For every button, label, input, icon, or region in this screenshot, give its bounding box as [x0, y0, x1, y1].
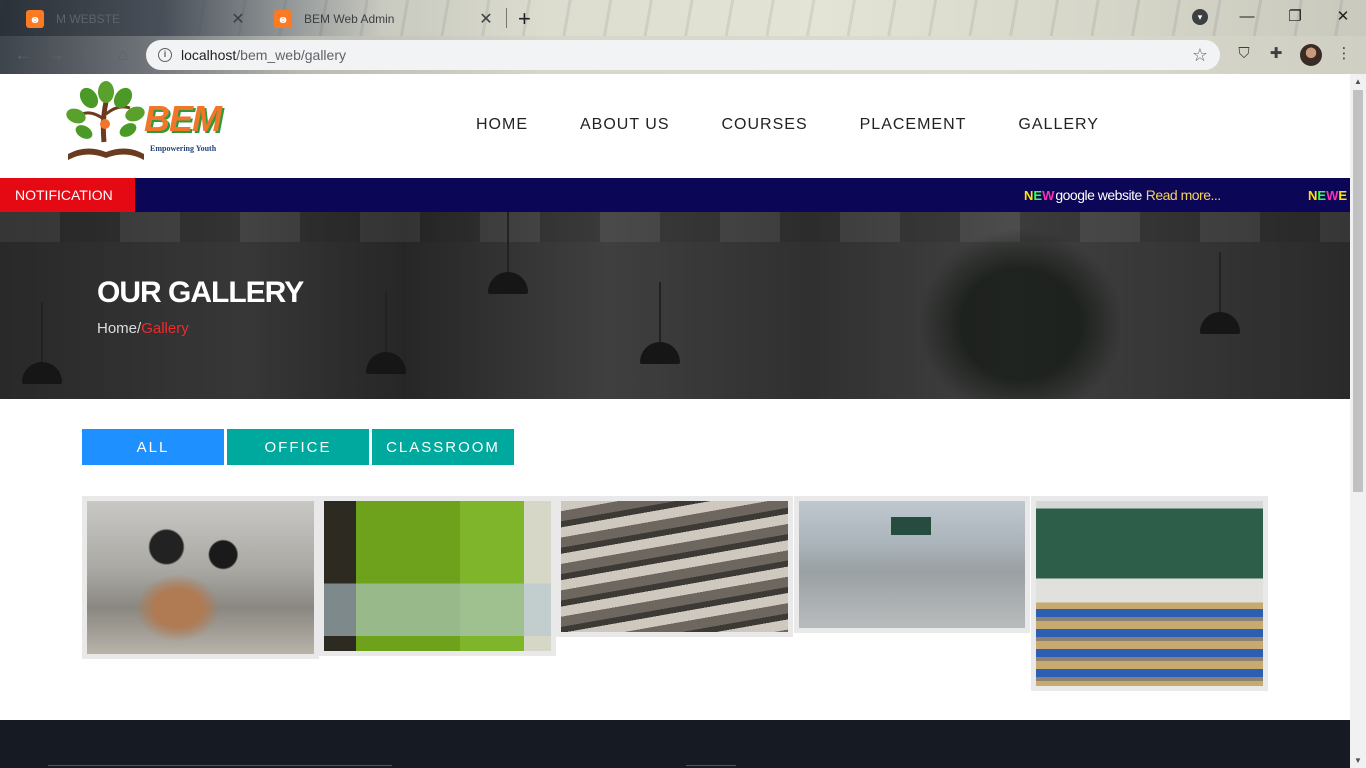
- office-photo-2: [324, 501, 551, 651]
- gallery-item[interactable]: [82, 496, 319, 659]
- ticker-text: google website: [1055, 187, 1142, 203]
- browser-tab-1[interactable]: ꙩ M WEBSTE ✕: [8, 2, 258, 36]
- new-tab-button[interactable]: +: [518, 6, 531, 32]
- scroll-up-icon[interactable]: ▲: [1354, 77, 1362, 86]
- nav-placement[interactable]: PLACEMENT: [860, 116, 967, 134]
- browser-tab-bar: ꙩ M WEBSTE ✕ ꙩ BEM Web Admin ✕ + ▾ — ❐ ✕: [0, 0, 1366, 36]
- tab-separator: [506, 8, 507, 28]
- filter-office-button[interactable]: OFFICE: [227, 429, 369, 465]
- scroll-down-icon[interactable]: ▼: [1354, 756, 1362, 765]
- breadcrumb-home[interactable]: Home/: [97, 320, 141, 337]
- notification-label: NOTIFICATION: [0, 178, 135, 212]
- footer-divider: [686, 765, 736, 766]
- window-close-button[interactable]: ✕: [1320, 0, 1366, 32]
- bookmark-star-icon[interactable]: ☆: [1192, 45, 1208, 66]
- tab-title: M WEBSTE: [56, 12, 121, 26]
- logo-text: BEM: [144, 98, 222, 139]
- nav-about-us[interactable]: ABOUT US: [580, 116, 670, 134]
- nav-home[interactable]: HOME: [476, 116, 528, 134]
- tab-search-icon[interactable]: ▾: [1192, 9, 1208, 25]
- classroom-photo-1: [561, 501, 788, 632]
- filter-classroom-button[interactable]: CLASSROOM: [372, 429, 514, 465]
- lamp-decoration: [640, 282, 680, 364]
- logo-tagline: Empowering Youth: [150, 144, 217, 153]
- info-icon[interactable]: i: [158, 48, 172, 62]
- tab-title: BEM Web Admin: [304, 12, 395, 26]
- site-logo[interactable]: BEM Empowering Youth: [64, 80, 226, 168]
- shield-extension-icon[interactable]: ⛉: [1234, 44, 1254, 64]
- browser-tab-2[interactable]: ꙩ BEM Web Admin ✕: [256, 2, 506, 36]
- new-badge: NEW: [1024, 187, 1055, 203]
- page-scrollbar[interactable]: ▲ ▼: [1350, 74, 1366, 768]
- address-bar[interactable]: i localhost/bem_web/gallery ☆: [146, 40, 1220, 70]
- forward-icon[interactable]: →: [45, 44, 67, 66]
- classroom-photo-2: [799, 501, 1025, 628]
- back-icon[interactable]: ←: [12, 44, 34, 66]
- classroom-photo-3: [1036, 501, 1263, 686]
- filter-all-button[interactable]: ALL: [82, 429, 224, 465]
- tab-close-icon[interactable]: ✕: [476, 9, 496, 29]
- nav-gallery[interactable]: GALLERY: [1018, 116, 1099, 134]
- site-header: BEM Empowering Youth HOME ABOUT US COURS…: [0, 74, 1350, 178]
- minimize-button[interactable]: —: [1224, 0, 1270, 32]
- site-footer: [0, 720, 1350, 768]
- plant-decoration: [900, 212, 1120, 399]
- ticker-item: NEW google website Read more...: [1024, 178, 1221, 212]
- page-title: OUR GALLERY: [97, 276, 304, 309]
- new-badge: NEWE: [1308, 187, 1348, 203]
- chalkboard: [891, 517, 931, 535]
- office-photo-1: [87, 501, 314, 654]
- menu-kebab-icon[interactable]: ⋮: [1334, 44, 1354, 64]
- gallery-item[interactable]: [1031, 496, 1268, 691]
- gallery-filters: ALL OFFICE CLASSROOM: [82, 429, 514, 465]
- lamp-decoration: [1200, 252, 1240, 334]
- url-text: localhost/bem_web/gallery: [181, 47, 346, 63]
- lamp-decoration: [22, 302, 62, 384]
- breadcrumb: Home/Gallery: [97, 320, 189, 337]
- lamp-decoration: [366, 292, 406, 374]
- scroll-thumb[interactable]: [1353, 90, 1363, 492]
- profile-avatar[interactable]: [1300, 44, 1322, 66]
- tree-logo-icon: [66, 81, 145, 160]
- gallery-item[interactable]: [319, 496, 556, 656]
- tab-close-icon[interactable]: ✕: [228, 9, 248, 29]
- extensions-puzzle-icon[interactable]: ✚: [1266, 44, 1286, 64]
- web-page: BEM Empowering Youth HOME ABOUT US COURS…: [0, 74, 1350, 768]
- gallery-item[interactable]: [556, 496, 793, 637]
- ticker-item: NEWE: [1308, 178, 1348, 212]
- nav-courses[interactable]: COURSES: [722, 116, 808, 134]
- notification-bar: NOTIFICATION NEW google website Read mor…: [0, 178, 1350, 212]
- footer-divider: [48, 765, 392, 766]
- gallery-item[interactable]: [794, 496, 1030, 633]
- main-nav: HOME ABOUT US COURSES PLACEMENT GALLERY: [476, 116, 1151, 134]
- page-banner: OUR GALLERY Home/Gallery: [0, 212, 1350, 399]
- home-icon[interactable]: ⌂: [112, 44, 134, 66]
- xampp-icon: ꙩ: [274, 10, 292, 28]
- xampp-icon: ꙩ: [26, 10, 44, 28]
- lamp-decoration: [488, 212, 528, 294]
- restore-button[interactable]: ❐: [1272, 0, 1318, 32]
- read-more-link[interactable]: Read more...: [1146, 187, 1221, 203]
- breadcrumb-current: Gallery: [141, 320, 189, 337]
- reload-icon[interactable]: ↻: [79, 44, 101, 66]
